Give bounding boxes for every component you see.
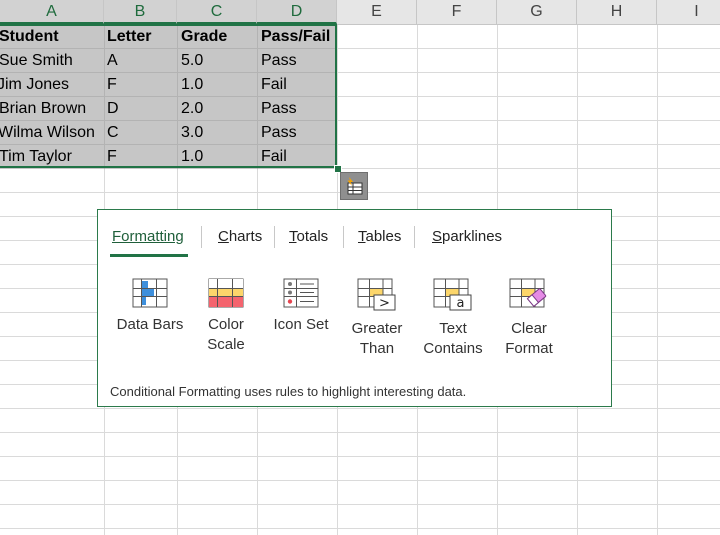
table-cell[interactable]: Jim Jones [0,73,69,97]
quick-analysis-description: Conditional Formatting uses rules to hig… [110,384,467,399]
column-header-e[interactable]: E [337,0,417,24]
table-cell[interactable]: Fail [261,73,287,97]
svg-text:>: > [379,296,390,311]
clear-format-button[interactable]: Clear Format [491,278,567,359]
table-cell[interactable]: 3.0 [181,121,203,145]
color-scale-button[interactable]: Color Scale [188,278,264,355]
table-cell[interactable]: Brian Brown [0,97,86,121]
column-header-d[interactable]: D [257,0,337,24]
table-cell[interactable]: F [107,73,117,97]
greater-than-icon: > [357,278,396,311]
cell-b1[interactable]: Letter [107,25,151,49]
column-header-g[interactable]: G [497,0,577,24]
table-cell[interactable]: 1.0 [181,145,203,169]
table-cell[interactable]: Pass [261,121,297,145]
tab-sparklines[interactable]: Sparklines [432,228,502,245]
cell-c1[interactable]: Grade [181,25,227,49]
option-label: Color Scale [207,316,245,353]
tab-separator [201,226,202,248]
cell-d1[interactable]: Pass/Fail [261,25,330,49]
tab-separator [274,226,275,248]
option-label: Icon Set [273,316,329,333]
tab-charts[interactable]: Charts [218,228,262,245]
cell-a1[interactable]: Student [0,25,59,49]
tab-separator [414,226,415,248]
tab-separator [343,226,344,248]
column-header-a[interactable]: A [0,0,104,24]
column-header-f[interactable]: F [417,0,497,24]
color-scale-icon [208,278,244,308]
table-cell[interactable]: D [107,97,119,121]
table-cell[interactable]: Sue Smith [0,49,73,73]
option-label: Text Contains [423,320,483,357]
column-divider [257,25,258,169]
table-cell[interactable]: 2.0 [181,97,203,121]
table-cell[interactable]: 1.0 [181,73,203,97]
quick-analysis-button[interactable] [340,172,368,200]
column-header-row: A B C D E F G H I [0,0,720,25]
quick-analysis-icon [347,177,363,195]
quick-analysis-panel: Formatting Charts Totals Tables Sparklin… [97,209,612,407]
greater-than-button[interactable]: > Greater Than [339,278,415,359]
data-bars-icon [132,278,168,308]
option-label: Clear Format [505,320,553,357]
table-cell[interactable]: 5.0 [181,49,203,73]
clear-format-icon [509,278,547,308]
table-cell[interactable]: Pass [261,49,297,73]
text-contains-button[interactable]: a Text Contains [415,278,491,359]
option-label: Greater Than [351,320,403,357]
table-cell[interactable]: Tim Taylor [0,145,72,169]
table-cell[interactable]: Pass [261,97,297,121]
text-contains-icon: a [433,278,472,311]
icon-set-icon [283,278,319,308]
tab-formatting[interactable]: Formatting [112,228,184,245]
table-cell[interactable]: C [107,121,119,145]
column-header-h[interactable]: H [577,0,657,24]
option-label: Data Bars [116,316,184,333]
column-header-c[interactable]: C [177,0,257,24]
tab-tables[interactable]: Tables [358,228,401,245]
table-cell[interactable]: F [107,145,117,169]
icon-set-button[interactable]: Icon Set [263,278,339,335]
column-divider [104,25,105,169]
tab-totals[interactable]: Totals [289,228,328,245]
table-cell[interactable]: Fail [261,145,287,169]
active-tab-indicator [110,254,188,257]
column-divider [177,25,178,169]
svg-text:a: a [457,296,465,311]
column-header-b[interactable]: B [104,0,177,24]
data-bars-button[interactable]: Data Bars [112,278,188,335]
table-cell[interactable]: Wilma Wilson [0,121,95,145]
table-cell[interactable]: A [107,49,118,73]
column-header-i[interactable]: I [657,0,720,24]
